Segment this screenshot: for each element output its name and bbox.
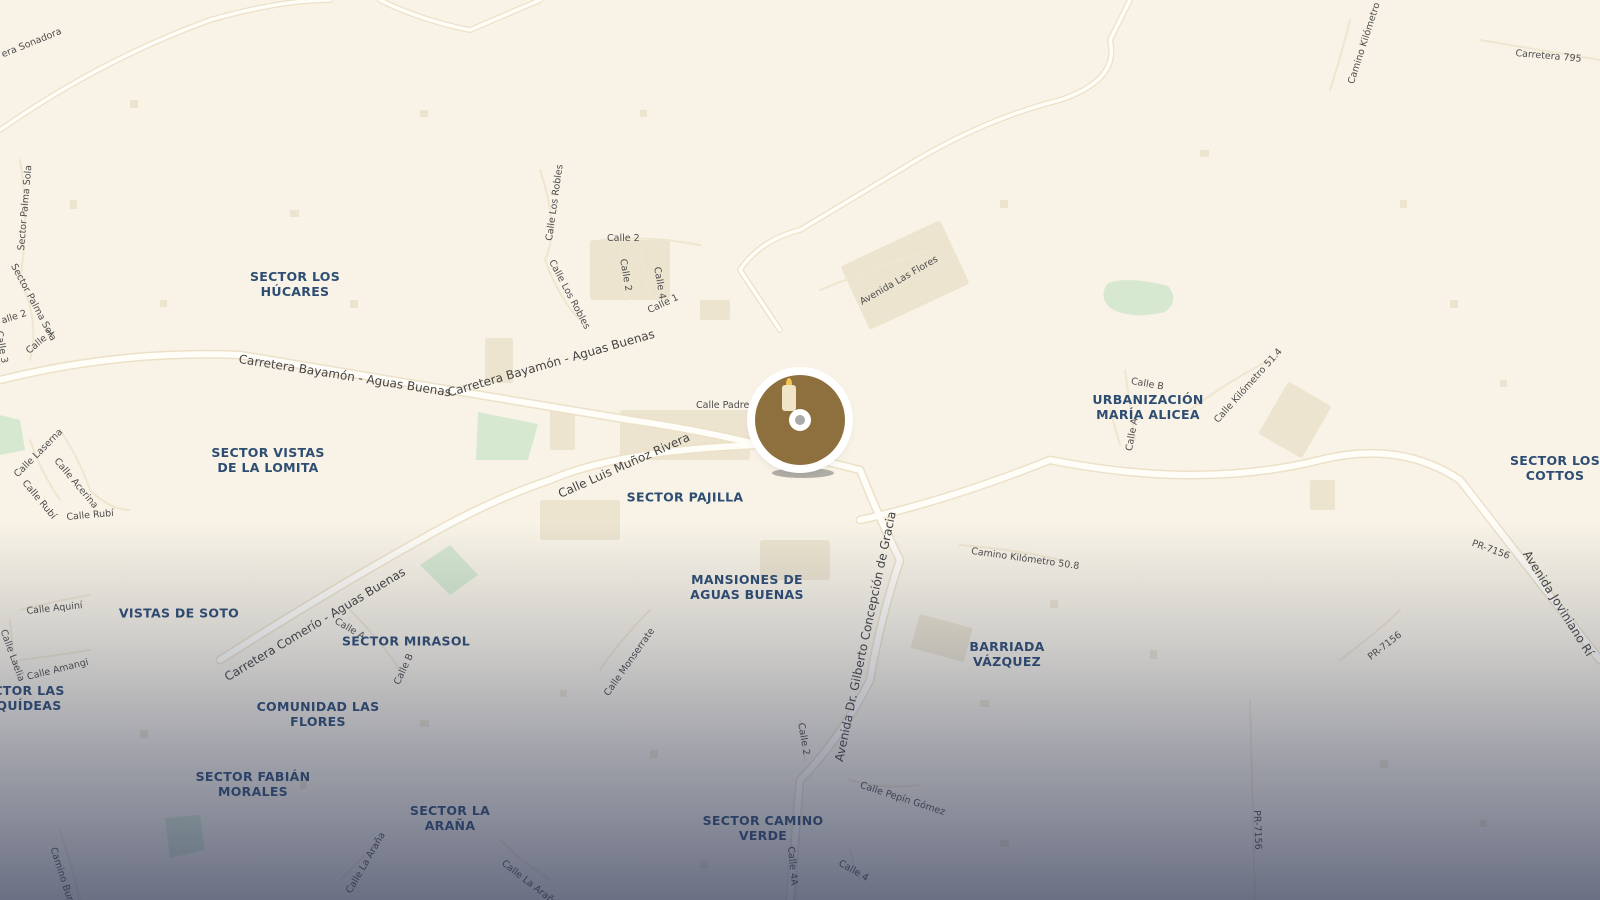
park-area bbox=[420, 545, 478, 595]
street-label: Calle Padre bbox=[696, 400, 750, 411]
building-clusters bbox=[485, 221, 1335, 662]
building-dots bbox=[70, 100, 1507, 868]
area-label: SECTOR LOS HÚCARES bbox=[250, 269, 340, 299]
park-area bbox=[476, 412, 538, 460]
park-area bbox=[165, 815, 205, 858]
park-area bbox=[0, 415, 25, 455]
area-label: COMUNIDAD LAS FLORES bbox=[256, 699, 380, 729]
street-label: Calle 2 bbox=[607, 233, 640, 244]
area-label: SECTOR LOS COTTOS bbox=[1510, 453, 1600, 483]
area-label: SECTOR VISTAS DE LA LOMITA bbox=[211, 445, 325, 475]
area-label: MANSIONES DE AGUAS BUENAS bbox=[690, 572, 804, 602]
area-label: VISTAS DE SOTO bbox=[118, 605, 240, 621]
location-marker[interactable] bbox=[755, 375, 845, 465]
park-area bbox=[1103, 280, 1174, 316]
area-label: SECTOR FABIÁN MORALES bbox=[195, 769, 311, 799]
street-label: PR-7156 bbox=[1251, 810, 1264, 850]
map-canvas[interactable]: era Sonadora Carretera 795 Camino Kilóme… bbox=[0, 0, 1600, 900]
area-label: URBANIZACIÓN MARÍA ALICEA bbox=[1092, 392, 1204, 422]
area-label: BARRIADA VÁZQUEZ bbox=[969, 639, 1045, 669]
memorial-candle-icon bbox=[782, 385, 796, 411]
marker-shadow bbox=[772, 468, 834, 478]
marker-center-dot bbox=[795, 415, 805, 425]
area-label: SECTOR MIRASOL bbox=[341, 633, 471, 649]
area-label: SECTOR PAJILLA bbox=[626, 489, 744, 505]
parks bbox=[0, 280, 1174, 858]
area-label: CTOR LAS QUÍDEAS bbox=[0, 683, 65, 713]
area-label: SECTOR CAMINO VERDE bbox=[702, 813, 824, 843]
area-label: SECTOR LA ARAÑA bbox=[409, 803, 491, 833]
